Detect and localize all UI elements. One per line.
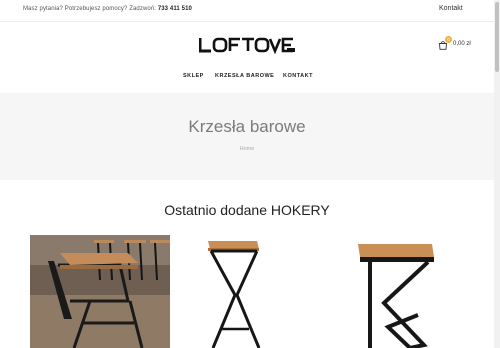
nav-item-kontakt[interactable]: KONTAKT (283, 73, 313, 79)
nav-item-sklep[interactable]: SKLEP (183, 73, 204, 79)
product-image-2[interactable] (175, 235, 315, 348)
phone-number[interactable]: 733 411 510 (158, 6, 192, 12)
page-scrollbar[interactable] (494, 0, 500, 348)
nav-item-krzesla-barowe[interactable]: KRZESŁA BAROWE (215, 73, 274, 79)
top-contact-link[interactable]: Kontakt (439, 5, 463, 12)
loftove-logo-mark (198, 37, 295, 55)
cart-widget[interactable]: 0 0,00 zł (438, 36, 498, 52)
contact-info: Masz pytania? Potrzebujesz pomocy? Zadzw… (23, 6, 192, 12)
product-image-1[interactable] (30, 235, 170, 348)
site-logo[interactable] (198, 36, 297, 55)
x-frame-bar-stool-photo (175, 235, 315, 348)
top-info-bar: Masz pytania? Potrzebujesz pomocy? Zadzw… (0, 0, 494, 22)
bar-stools-interior-photo (30, 235, 170, 348)
breadcrumb-home[interactable]: Home (0, 146, 494, 152)
cart-total: 0,00 zł (453, 41, 471, 47)
page-title: Krzesła barowe (188, 117, 306, 136)
scrollbar-thumb[interactable] (495, 2, 499, 72)
page-header-banner: Krzesła barowe Home (0, 93, 494, 180)
zigzag-bar-stool-photo (324, 235, 464, 348)
cart-count-badge: 0 (445, 36, 452, 43)
section-title: Ostatnio dodane HOKERY (164, 202, 330, 218)
main-navigation: SKLEP KRZESŁA BAROWE KONTAKT (0, 73, 494, 83)
product-image-3[interactable] (324, 235, 464, 348)
help-question: Masz pytania? Potrzebujesz pomocy? Zadzw… (23, 6, 157, 12)
